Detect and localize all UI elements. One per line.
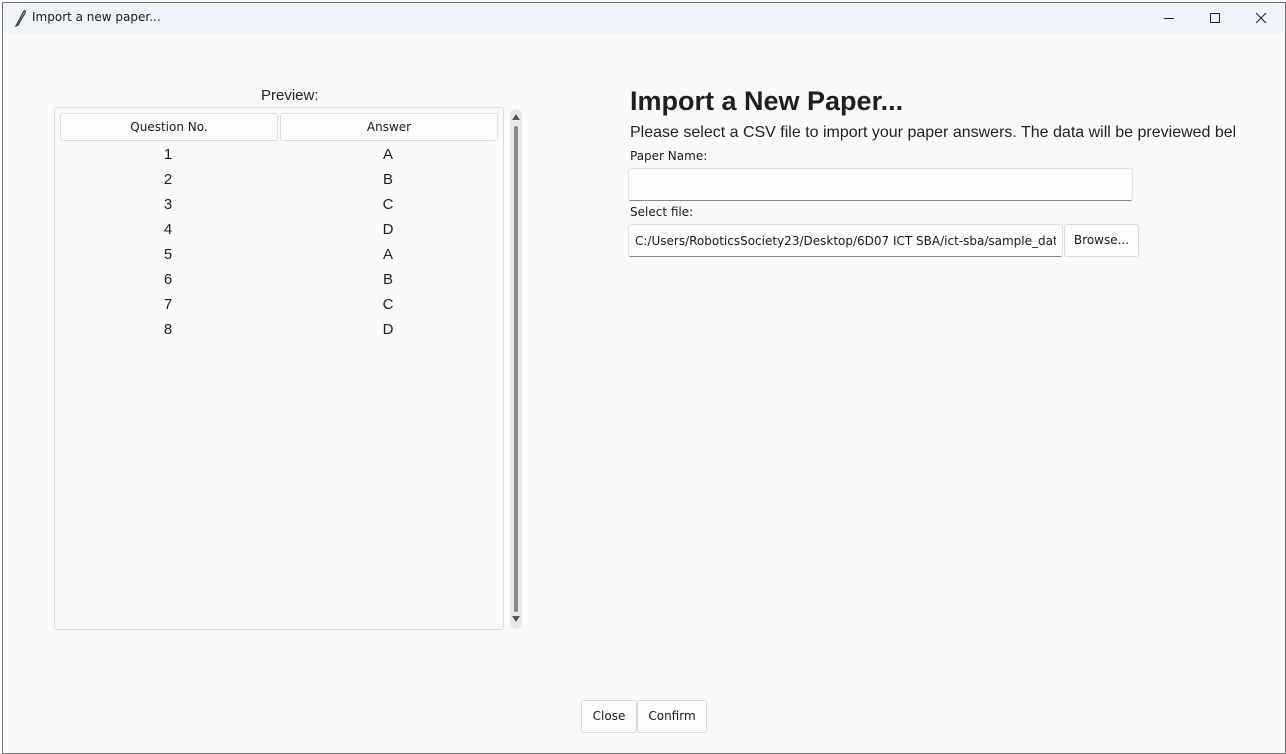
table-row[interactable]: 7 C — [55, 292, 503, 317]
question-cell: 7 — [163, 296, 173, 313]
table-row[interactable]: 3 C — [55, 192, 503, 217]
table-row[interactable]: 4 D — [55, 217, 503, 242]
question-cell: 5 — [163, 246, 173, 263]
maximize-button[interactable] — [1192, 3, 1238, 33]
paper-name-label: Paper Name: — [630, 149, 708, 163]
scroll-thumb[interactable] — [514, 126, 518, 612]
table-row[interactable]: 1 A — [55, 142, 503, 167]
preview-scrollbar[interactable] — [510, 109, 522, 629]
column-header-question-no[interactable]: Question No. — [60, 113, 278, 141]
preview-label: Preview: — [261, 87, 319, 104]
answer-cell: A — [382, 246, 393, 263]
answer-cell: B — [382, 271, 393, 288]
minimize-button[interactable] — [1146, 3, 1192, 33]
table-row[interactable]: 2 B — [55, 167, 503, 192]
feather-icon — [13, 9, 27, 28]
column-header-answer[interactable]: Answer — [280, 113, 498, 141]
question-cell: 4 — [163, 221, 173, 238]
paper-name-input[interactable] — [628, 168, 1133, 201]
table-row[interactable]: 6 B — [55, 267, 503, 292]
window-title: Import a new paper... — [32, 10, 161, 24]
question-cell: 1 — [163, 146, 173, 163]
description-text: Please select a CSV file to import your … — [630, 124, 1235, 141]
minimize-icon — [1164, 18, 1174, 19]
select-file-label: Select file: — [630, 205, 694, 219]
scroll-down-arrow-icon[interactable] — [512, 616, 520, 622]
title-bar: Import a new paper... — [3, 3, 1285, 33]
table-row[interactable]: 5 A — [55, 242, 503, 267]
answer-cell: B — [382, 171, 393, 188]
answer-cell: C — [382, 296, 394, 313]
question-cell: 6 — [163, 271, 173, 288]
answer-cell: A — [382, 146, 393, 163]
confirm-button[interactable]: Confirm — [637, 700, 707, 733]
close-window-button[interactable] — [1238, 3, 1284, 33]
file-path-input[interactable] — [628, 224, 1063, 257]
scroll-up-arrow-icon[interactable] — [512, 114, 520, 120]
table-row[interactable]: 8 D — [55, 317, 503, 342]
page-title: Import a New Paper... — [630, 86, 904, 116]
question-cell: 3 — [163, 196, 173, 213]
browse-button[interactable]: Browse... — [1064, 224, 1139, 257]
answer-cell: C — [382, 196, 394, 213]
answer-cell: D — [382, 221, 394, 238]
question-cell: 2 — [163, 171, 173, 188]
answer-cell: D — [382, 321, 394, 338]
question-cell: 8 — [163, 321, 173, 338]
import-paper-window: Import a new paper... Preview: Question … — [2, 2, 1286, 754]
maximize-icon — [1210, 13, 1220, 23]
close-button[interactable]: Close — [581, 700, 637, 733]
close-icon — [1255, 12, 1267, 24]
preview-table: Question No. Answer 1 A 2 B 3 C 4 D 5 A … — [54, 107, 504, 630]
